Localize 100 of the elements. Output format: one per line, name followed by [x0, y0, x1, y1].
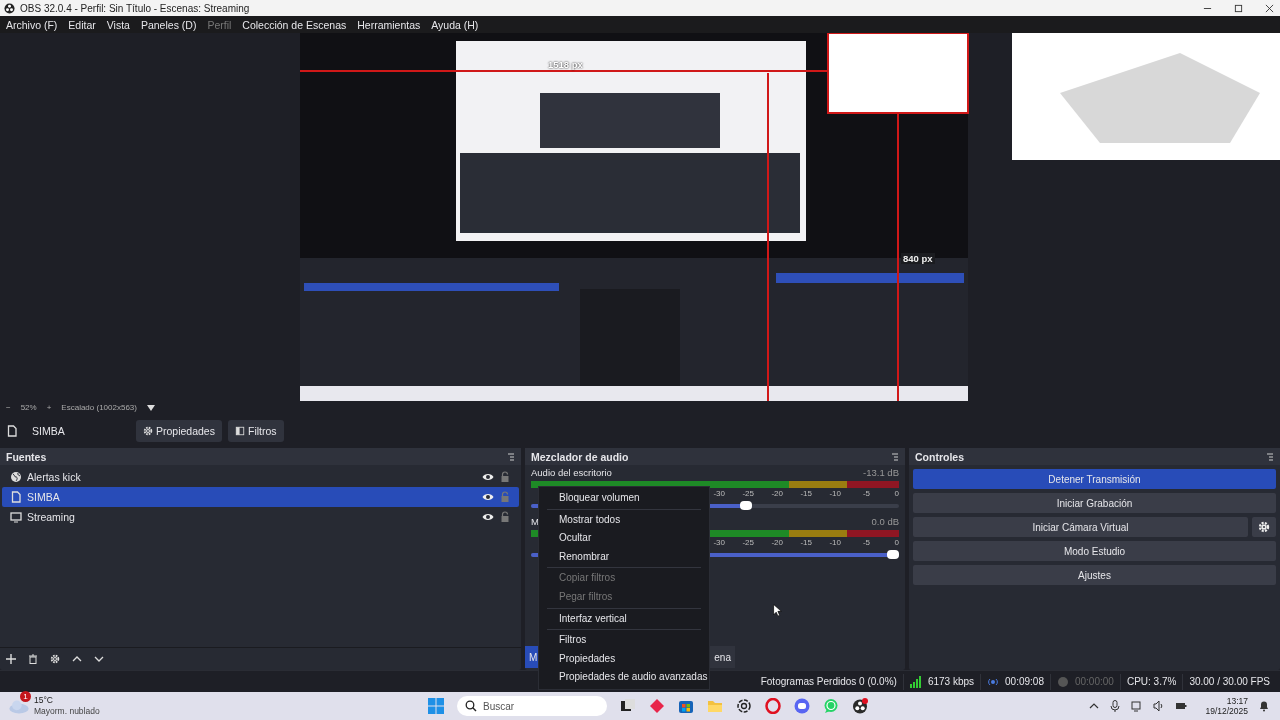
meter-tick-label: 0 — [893, 489, 899, 498]
meter-tick-label: -20 — [770, 489, 783, 498]
menu-item[interactable]: Interfaz vertical — [539, 609, 709, 629]
gear-icon[interactable] — [50, 654, 60, 664]
file-icon — [6, 425, 18, 437]
close-icon[interactable] — [1265, 3, 1274, 13]
menu-item[interactable]: Colección de Escenas — [238, 18, 351, 31]
meter-tick-label: -25 — [741, 538, 754, 547]
clock-date[interactable]: 19/12/2025 — [1205, 706, 1248, 716]
monitor-icon — [10, 511, 22, 523]
task-view-icon[interactable] — [620, 698, 636, 714]
menu-item[interactable]: Propiedades de audio avanzadas — [539, 668, 709, 687]
chevron-down-icon[interactable] — [94, 654, 104, 664]
trash-icon[interactable] — [28, 654, 38, 664]
volume-reading: -13.1 dB — [863, 467, 899, 478]
source-name: Streaming — [27, 511, 76, 523]
meter-tick-label: -10 — [828, 538, 841, 547]
fps: 30.00 / 30.00 FPS — [1189, 676, 1270, 687]
control-button[interactable]: Modo Estudio — [913, 541, 1276, 561]
menu-item[interactable]: Ocultar — [539, 529, 709, 548]
control-button[interactable]: Ajustes — [913, 565, 1276, 585]
notification-badge: 1 — [20, 691, 31, 702]
settings-button[interactable] — [1252, 517, 1276, 537]
clock-time[interactable]: 13:17 — [1226, 696, 1248, 706]
menu-item[interactable]: Editar — [64, 18, 100, 31]
record-icon — [1056, 675, 1069, 688]
meter-tick-label: -30 — [712, 538, 725, 547]
menu-item[interactable]: Renombrar — [539, 547, 709, 567]
dropped-frames: Fotogramas Perdidos 0 (0.0%) — [760, 676, 897, 687]
chevron-up-icon[interactable] — [1089, 701, 1100, 711]
filter-icon — [234, 426, 245, 436]
eye-icon[interactable] — [482, 491, 494, 503]
menu-item[interactable]: Archivo (F) — [2, 18, 62, 31]
scale-mode-dropdown[interactable]: Escalado (1002x563) — [61, 403, 137, 412]
selected-source-name: SIMBA — [32, 425, 66, 437]
menu-item[interactable]: Bloquear volumen — [539, 489, 709, 508]
source-name: SIMBA — [27, 491, 61, 503]
knot-icon[interactable] — [736, 698, 752, 714]
control-button[interactable]: Iniciar Grabación — [913, 493, 1276, 513]
zoom-level: 52% — [20, 403, 37, 412]
meter-tick-label: 0 — [893, 538, 899, 547]
lock-icon[interactable] — [499, 471, 511, 483]
menu-item[interactable]: Mostrar todos — [539, 510, 709, 530]
guide-label: 1518 px — [547, 59, 584, 70]
ring-icon[interactable] — [765, 698, 781, 714]
panel-title: Controles — [915, 450, 964, 463]
menu-item[interactable]: Paneles (D) — [136, 18, 201, 31]
meter-tick-label: -20 — [770, 538, 783, 547]
bitrate: 6173 kbps — [927, 676, 975, 687]
start-icon[interactable] — [428, 698, 444, 714]
meter-tick-label: -15 — [799, 489, 812, 498]
eye-icon[interactable] — [482, 471, 494, 483]
slider-thumb[interactable] — [887, 550, 899, 559]
filters-button[interactable]: Filtros — [227, 420, 284, 442]
meter-tick-label: -10 — [828, 489, 841, 498]
meter-tick-label: -25 — [741, 489, 754, 498]
properties-button[interactable]: Propiedades — [136, 420, 222, 442]
store-icon[interactable] — [678, 698, 694, 714]
file-icon — [10, 491, 22, 503]
undock-icon[interactable] — [891, 452, 899, 461]
gear-icon — [1258, 521, 1270, 533]
battery-icon[interactable] — [1175, 700, 1188, 712]
zoom-in-button[interactable]: + — [46, 403, 52, 412]
menu-item[interactable]: Vista — [102, 18, 134, 31]
caret-icon[interactable] — [146, 404, 155, 411]
chevron-up-icon[interactable] — [72, 654, 82, 664]
cpu-usage: CPU: 3.7% — [1126, 676, 1177, 687]
guide-label: 840 px — [901, 253, 935, 264]
diamond-icon[interactable] — [649, 698, 665, 714]
source-item[interactable]: Alertas kick — [2, 467, 519, 487]
lock-icon[interactable] — [499, 511, 511, 523]
source-item[interactable]: Streaming — [2, 507, 519, 527]
search-field[interactable]: Buscar — [457, 696, 607, 716]
globe-icon — [10, 471, 22, 483]
bell-icon[interactable] — [1258, 700, 1270, 712]
weather-description: Mayorm. nublado — [34, 706, 100, 717]
panel-title: Mezclador de audio — [531, 450, 629, 463]
network-icon[interactable] — [1131, 700, 1144, 712]
gear-icon — [143, 426, 153, 436]
undock-icon[interactable] — [507, 452, 515, 461]
add-icon[interactable] — [6, 654, 16, 664]
source-item[interactable]: SIMBA — [2, 487, 519, 507]
meter-tick-label: -15 — [799, 538, 812, 547]
maximize-icon[interactable] — [1234, 3, 1243, 13]
panel-title: Fuentes — [6, 450, 47, 463]
microphone-icon[interactable] — [1109, 700, 1122, 712]
channel-name: Audio del escritorio — [531, 467, 612, 478]
menu-item[interactable]: Herramientas — [353, 18, 425, 31]
cloud-icon — [8, 698, 30, 714]
menu-item[interactable]: Ayuda (H) — [427, 18, 483, 31]
undock-icon[interactable] — [1266, 452, 1274, 461]
eye-icon[interactable] — [482, 511, 494, 523]
obs-app-icon[interactable] — [852, 698, 868, 714]
chat-icon[interactable] — [794, 698, 810, 714]
slider-thumb[interactable] — [739, 501, 752, 510]
stream-time: 00:09:08 — [1005, 676, 1044, 687]
zoom-out-button[interactable]: − — [6, 403, 11, 412]
control-button[interactable]: Detener Transmisión — [913, 469, 1276, 489]
meter-tick-label: -30 — [712, 489, 725, 498]
control-button[interactable]: Iniciar Cámara Virtual — [913, 517, 1248, 537]
